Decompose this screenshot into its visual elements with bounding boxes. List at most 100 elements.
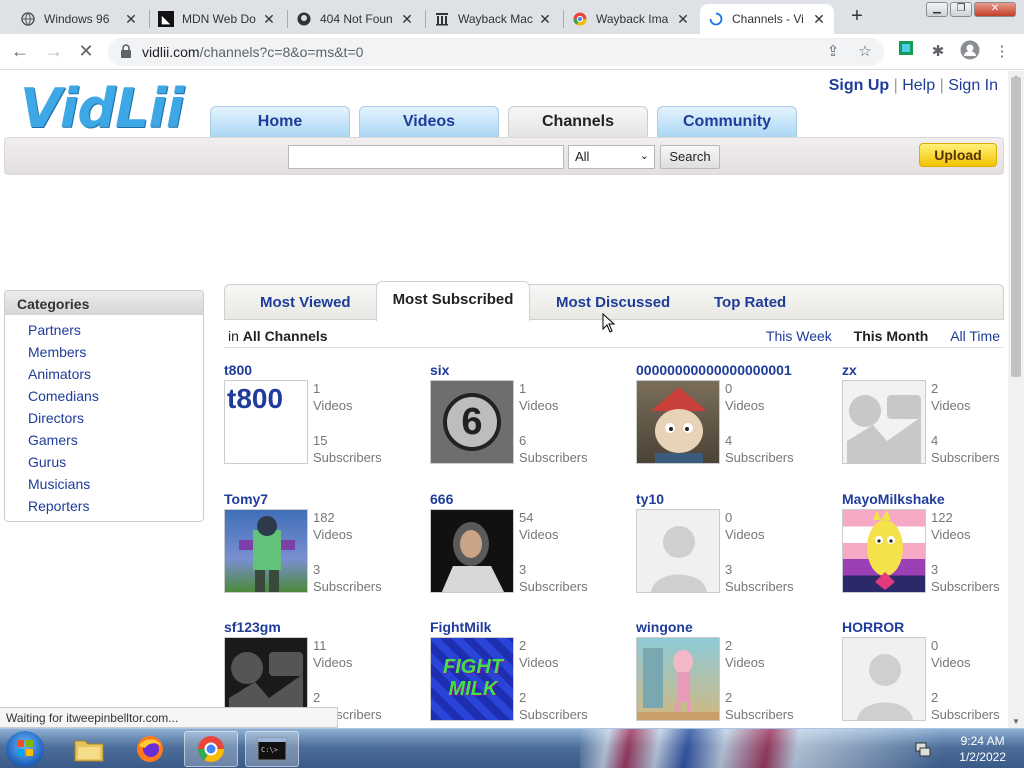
channel-avatar[interactable]: t800 [224, 380, 308, 464]
browser-tab[interactable]: Wayback Ima ✕ [564, 4, 698, 34]
category-item[interactable]: Reporters [5, 495, 203, 517]
period-this-week[interactable]: This Week [766, 328, 832, 344]
extension-square-icon[interactable] [894, 40, 918, 64]
browser-tab[interactable]: Windows 96 ✕ [12, 4, 146, 34]
channel-name[interactable]: wingone [636, 619, 693, 635]
channel-avatar[interactable]: FIGHT MILK [430, 637, 514, 721]
subscribers-label: Subscribers [931, 450, 1000, 465]
search-input[interactable] [288, 145, 564, 169]
taskbar-firefox-button[interactable] [123, 731, 177, 767]
window-close-button[interactable]: ✕ [974, 2, 1016, 17]
channel-avatar[interactable] [636, 509, 720, 593]
tab-most-subscribed[interactable]: Most Subscribed [376, 281, 530, 321]
browser-tab[interactable]: Wayback Mac ✕ [426, 4, 560, 34]
avatar-text: t800 [227, 383, 284, 414]
scrollbar-thumb[interactable] [1011, 77, 1021, 377]
tab-top-rated[interactable]: Top Rated [714, 291, 786, 319]
period-this-month[interactable]: This Month [854, 328, 929, 344]
sign-in-link[interactable]: Sign In [948, 77, 998, 94]
channel-avatar[interactable] [430, 509, 514, 593]
period-all-time[interactable]: All Time [950, 328, 1000, 344]
upload-button[interactable]: Upload [919, 143, 997, 167]
minimize-button[interactable]: ▁ [926, 2, 948, 17]
subscriber-count: 4 [725, 433, 733, 448]
sign-up-link[interactable]: Sign Up [829, 77, 889, 94]
tab-most-viewed[interactable]: Most Viewed [260, 291, 351, 319]
link-separator: | [939, 77, 944, 94]
channel-name[interactable]: 00000000000000000001 [636, 362, 792, 378]
close-icon[interactable]: ✕ [400, 11, 414, 28]
channel-name[interactable]: Tomy7 [224, 491, 268, 507]
nav-tab-home[interactable]: Home [210, 106, 350, 138]
nav-tab-videos[interactable]: Videos [359, 106, 499, 138]
channel-name[interactable]: sf123gm [224, 619, 281, 635]
taskbar-chrome-button[interactable] [184, 731, 238, 767]
category-item[interactable]: Musicians [5, 473, 203, 495]
browser-tab[interactable]: 404 Not Foun ✕ [288, 4, 422, 34]
category-item[interactable]: Gamers [5, 429, 203, 451]
channel-name[interactable]: HORROR [842, 619, 904, 635]
browser-tab-active[interactable]: Channels - Vi ✕ [700, 4, 834, 34]
kebab-menu-icon[interactable]: ⋮ [990, 40, 1014, 64]
share-icon[interactable]: ⇪ [822, 42, 844, 62]
channel-avatar[interactable] [842, 637, 926, 721]
category-item[interactable]: Members [5, 341, 203, 363]
browser-tab-title: Channels - Vi [732, 12, 804, 26]
channel-avatar[interactable] [842, 509, 926, 593]
system-clock[interactable]: 9:24 AM 1/2/2022 [959, 733, 1006, 765]
close-icon[interactable]: ✕ [812, 11, 826, 28]
channel-stats: 2 Videos 4 Subscribers [931, 380, 1000, 466]
taskbar-explorer-button[interactable] [62, 731, 116, 767]
puzzle-extensions-icon[interactable]: ✱ [926, 40, 950, 64]
period-filter: This Week This Month All Time [748, 328, 1000, 344]
category-item[interactable]: Animators [5, 363, 203, 385]
vidlii-logo[interactable]: VidLii [20, 77, 184, 140]
forward-arrow-icon[interactable]: → [42, 40, 66, 64]
page-scrollbar[interactable]: ▲ ▼ [1008, 71, 1024, 728]
channel-card: ty10 0 Videos 3 Subscribers [636, 491, 826, 611]
back-arrow-icon[interactable]: ← [8, 40, 32, 64]
search-button[interactable]: Search [660, 145, 720, 169]
close-icon[interactable]: ✕ [262, 11, 276, 28]
maximize-button[interactable]: ❐ [950, 2, 972, 17]
channel-name[interactable]: zx [842, 362, 857, 378]
search-scope-select[interactable]: All ⌄ [568, 145, 655, 169]
category-item[interactable]: Directors [5, 407, 203, 429]
channel-name[interactable]: FightMilk [430, 619, 491, 635]
close-icon[interactable]: ✕ [124, 11, 138, 28]
channel-avatar[interactable] [636, 637, 720, 721]
close-icon[interactable]: ✕ [538, 11, 552, 28]
address-bar[interactable]: vidlii.com/channels?c=8&o=ms&t=0 ⇪ ☆ [108, 38, 884, 66]
channel-avatar[interactable] [636, 380, 720, 464]
top-links: Sign Up | Help | Sign In [829, 77, 998, 95]
network-tray-icon[interactable] [914, 740, 932, 758]
browser-tab[interactable]: ◣ MDN Web Do ✕ [150, 4, 284, 34]
channel-name[interactable]: six [430, 362, 449, 378]
start-button[interactable] [6, 731, 44, 767]
channel-name[interactable]: ty10 [636, 491, 664, 507]
nav-tab-community[interactable]: Community [657, 106, 797, 138]
channel-name[interactable]: MayoMilkshake [842, 491, 945, 507]
url-text[interactable]: vidlii.com/channels?c=8&o=ms&t=0 [142, 44, 363, 60]
category-item[interactable]: Gurus [5, 451, 203, 473]
lock-icon[interactable] [120, 44, 132, 58]
bookmark-star-icon[interactable]: ☆ [854, 42, 876, 62]
channel-name[interactable]: 666 [430, 491, 453, 507]
subscribers-label: Subscribers [519, 450, 588, 465]
category-item[interactable]: Partners [5, 319, 203, 341]
help-link[interactable]: Help [902, 77, 935, 94]
category-item[interactable]: Comedians [5, 385, 203, 407]
scroll-down-icon[interactable]: ▼ [1012, 717, 1020, 726]
channel-avatar[interactable]: 6 [430, 380, 514, 464]
nav-tab-channels[interactable]: Channels [508, 106, 648, 138]
stop-loading-icon[interactable]: ✕ [74, 40, 98, 64]
channel-avatar[interactable] [224, 509, 308, 593]
svg-text:C:\>: C:\> [261, 746, 278, 754]
channel-avatar[interactable] [842, 380, 926, 464]
channel-stats: 122 Videos 3 Subscribers [931, 509, 1000, 595]
close-icon[interactable]: ✕ [676, 11, 690, 28]
taskbar-cmd-button[interactable]: C:\> [245, 731, 299, 767]
new-tab-button[interactable]: + [846, 6, 868, 28]
channel-name[interactable]: t800 [224, 362, 252, 378]
profile-avatar-icon[interactable] [958, 40, 982, 64]
